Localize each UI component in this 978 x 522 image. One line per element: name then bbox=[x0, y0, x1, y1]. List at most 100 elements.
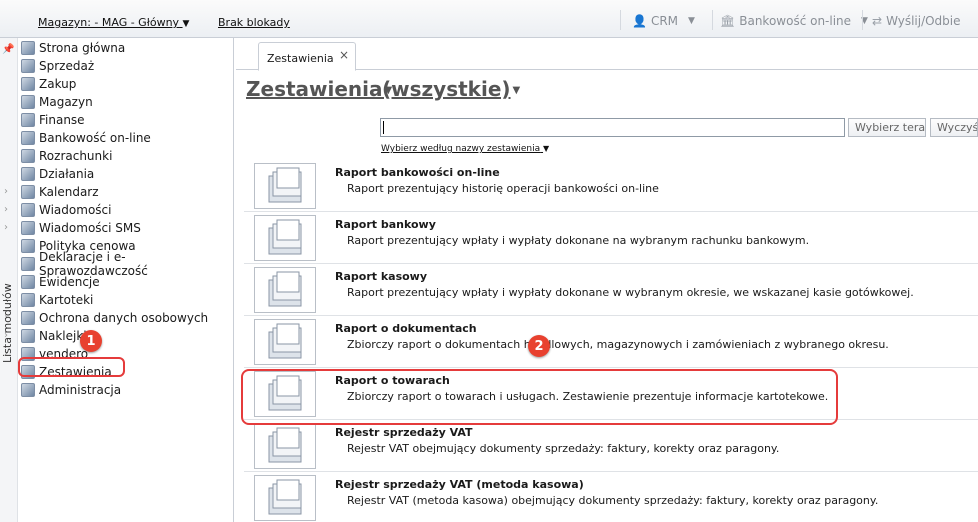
chevron-right-icon: › bbox=[4, 204, 8, 215]
sidebar-item[interactable]: Bankowość on-line bbox=[18, 129, 233, 147]
sidebar-item[interactable]: Wiadomości SMS bbox=[18, 219, 233, 237]
module-icon bbox=[21, 59, 35, 73]
module-icon bbox=[21, 311, 35, 325]
chevron-right-icon: › bbox=[4, 222, 8, 233]
toolbar-divider bbox=[712, 10, 713, 30]
pin-icon[interactable]: 📌 bbox=[2, 44, 14, 55]
module-icon bbox=[21, 383, 35, 397]
module-icon bbox=[21, 329, 35, 343]
page-title: Zestawienia bbox=[246, 77, 383, 101]
module-icon bbox=[21, 185, 35, 199]
report-row[interactable]: Rejestr sprzedaży VAT Rejestr VAT obejmuj… bbox=[244, 420, 978, 472]
sidebar-item[interactable]: Rozrachunki bbox=[18, 147, 233, 165]
step-badge-1: 1 bbox=[80, 330, 102, 352]
sidebar-item[interactable]: Zakup bbox=[18, 75, 233, 93]
report-thumbnail-icon bbox=[254, 215, 316, 261]
module-icon bbox=[21, 257, 35, 271]
sidebar-item[interactable]: Strona główna bbox=[18, 39, 233, 57]
sidebar-item-label: Działania bbox=[39, 167, 95, 181]
sidebar-item-label: Ochrona danych osobowych bbox=[39, 311, 209, 325]
report-row[interactable]: Raport bankowy Raport prezentujący wpłaty… bbox=[244, 212, 978, 264]
top-toolbar: Magazyn: - MAG - Główny ▼ Brak blokady 👤… bbox=[0, 0, 978, 38]
report-row[interactable]: Rejestr sprzedaży VAT (metoda kasowa) Rej… bbox=[244, 472, 978, 522]
highlight-zestawienia bbox=[18, 357, 125, 377]
toolbar-divider bbox=[862, 10, 863, 30]
module-icon bbox=[21, 149, 35, 163]
sidebar-item[interactable]: Sprzedaż bbox=[18, 57, 233, 75]
filter-dropdown[interactable]: (wszystkie) ▼ bbox=[382, 77, 520, 101]
search-input[interactable] bbox=[380, 118, 845, 137]
highlight-raport-o-towarach bbox=[241, 369, 838, 425]
main-panel: Zestawienia × Zestawienia ▼ (wszystkie) ▼ … bbox=[236, 38, 978, 522]
report-thumbnail-icon bbox=[254, 163, 316, 209]
send-receive-label: Wyślij/Odbie bbox=[886, 14, 961, 28]
sidebar-item-label: Wiadomości bbox=[39, 203, 112, 217]
report-title: Raport bankowy bbox=[335, 218, 436, 231]
filter-label: (wszystkie) bbox=[382, 77, 511, 101]
tab-zestawienia[interactable]: Zestawienia × bbox=[258, 42, 356, 71]
sidebar-item[interactable]: Magazyn bbox=[18, 93, 233, 111]
sidebar-item-label: Sprzedaż bbox=[39, 59, 95, 73]
step-badge-2: 2 bbox=[528, 335, 550, 357]
lock-status-link[interactable]: Brak blokady bbox=[218, 16, 290, 29]
module-list: Strona główna Sprzedaż Zakup Magazyn Finanse… bbox=[18, 38, 233, 399]
bank-icon: 🏛 bbox=[720, 14, 736, 28]
sidebar-item[interactable]: Wiadomości bbox=[18, 201, 233, 219]
crm-button[interactable]: 👤 CRM ▼ bbox=[632, 14, 695, 28]
report-title: Raport kasowy bbox=[335, 270, 428, 283]
report-description: Raport prezentujący wpłaty i wypłaty dok… bbox=[347, 286, 914, 299]
send-receive-icon: ⇄ bbox=[872, 14, 883, 28]
report-thumbnail-icon bbox=[254, 267, 316, 313]
report-thumbnail-icon bbox=[254, 423, 316, 469]
sidebar-item[interactable]: Finanse bbox=[18, 111, 233, 129]
crm-icon: 👤 bbox=[632, 14, 647, 28]
sidebar-item-label: Magazyn bbox=[39, 95, 93, 109]
report-list: Raport bankowości on-line Raport prezentu… bbox=[244, 160, 978, 522]
report-row[interactable]: Raport o dokumentach Zbiorczy raport o do… bbox=[244, 316, 978, 368]
sidebar-item[interactable]: Kartoteki bbox=[18, 291, 233, 309]
warehouse-selector[interactable]: Magazyn: - MAG - Główny ▼ bbox=[38, 16, 189, 29]
module-list-label: Lista modułów bbox=[1, 283, 14, 363]
send-receive-button[interactable]: ⇄ Wyślij/Odbie bbox=[872, 14, 961, 28]
module-icon bbox=[21, 167, 35, 181]
sidebar-item-label: Ewidencje bbox=[39, 275, 100, 289]
text-cursor bbox=[383, 121, 384, 134]
sidebar-item[interactable]: Ochrona danych osobowych bbox=[18, 309, 233, 327]
sidebar-item-label: Finanse bbox=[39, 113, 85, 127]
section-dropdown[interactable]: Zestawienia ▼ bbox=[246, 77, 392, 101]
chevron-down-icon: ▼ bbox=[182, 19, 190, 29]
report-title: Raport bankowości on-line bbox=[335, 166, 500, 179]
sidebar-item[interactable]: Naklejki bbox=[18, 327, 233, 345]
sidebar-item-label: Wiadomości SMS bbox=[39, 221, 141, 235]
close-icon[interactable]: × bbox=[339, 48, 349, 62]
choose-by-name-dropdown[interactable]: Wybierz według nazwy zestawienia ▼ bbox=[381, 144, 549, 154]
chevron-down-icon: ▼ bbox=[543, 144, 550, 153]
chevron-right-icon: › bbox=[4, 186, 8, 197]
module-icon bbox=[21, 95, 35, 109]
report-row[interactable]: Raport kasowy Raport prezentujący wpłaty … bbox=[244, 264, 978, 316]
module-icon bbox=[21, 41, 35, 55]
banking-button[interactable]: 🏛 Bankowość on-line ▼ bbox=[720, 14, 868, 28]
choose-by-name-label: Wybierz według nazwy zestawienia bbox=[381, 144, 541, 154]
sidebar-item-label: Zakup bbox=[39, 77, 77, 91]
report-title: Rejestr sprzedaży VAT (metoda kasowa) bbox=[335, 478, 584, 491]
sidebar-item[interactable]: Administracja bbox=[18, 381, 233, 399]
report-row[interactable]: Raport bankowości on-line Raport prezentu… bbox=[244, 160, 978, 212]
module-icon bbox=[21, 131, 35, 145]
module-icon bbox=[21, 203, 35, 217]
sidebar-item[interactable]: Deklaracje i e-Sprawozdawczość bbox=[18, 250, 233, 278]
select-now-button[interactable]: Wybierz teraz bbox=[848, 118, 926, 137]
clear-button[interactable]: Wyczyść bbox=[930, 118, 978, 137]
sidebar-item-label: Kartoteki bbox=[39, 293, 94, 307]
sidebar-item-label: Bankowość on-line bbox=[39, 131, 151, 145]
sidebar-item[interactable]: Kalendarz bbox=[18, 183, 233, 201]
banking-label: Bankowość on-line bbox=[739, 14, 852, 28]
module-icon bbox=[21, 77, 35, 91]
report-title: Raport o dokumentach bbox=[335, 322, 477, 335]
module-list-strip[interactable]: 📌 › › › › › › Lista modułów bbox=[0, 38, 18, 522]
sidebar-item[interactable]: Działania bbox=[18, 165, 233, 183]
crm-label: CRM bbox=[650, 14, 679, 28]
module-icon bbox=[21, 275, 35, 289]
tab-label: Zestawienia bbox=[267, 52, 334, 65]
chevron-down-icon: ▼ bbox=[688, 16, 695, 26]
